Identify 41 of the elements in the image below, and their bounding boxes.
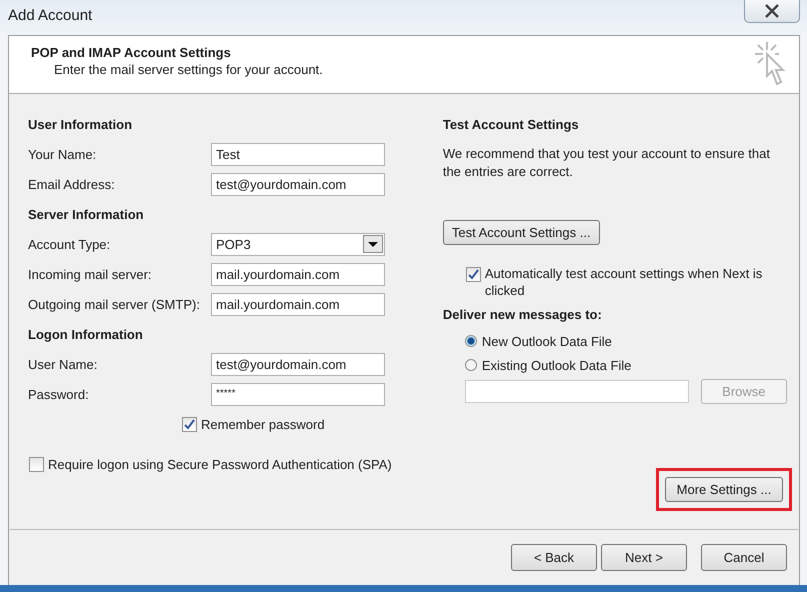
section-heading: Server Information xyxy=(28,206,144,222)
checkbox-label: Automatically test account settings when Next is clicked xyxy=(484,265,764,299)
field-label: Email Address: xyxy=(28,176,115,192)
window-title: Add Account xyxy=(8,7,92,24)
radio-button[interactable] xyxy=(464,335,477,347)
radio-label: New Outlook Data File xyxy=(482,334,612,348)
page-subtitle: Enter the mail server settings for your account. xyxy=(54,62,323,77)
field-label: Outgoing mail server (SMTP): xyxy=(28,296,200,312)
dialog-button[interactable]: Cancel xyxy=(701,544,787,571)
checkbox-label: Require logon using Secure Password Authentication (SPA) xyxy=(48,456,392,472)
field-label: Account Type: xyxy=(28,236,110,252)
account-type-dropdown[interactable]: POP3 xyxy=(211,232,385,256)
file-path-field[interactable] xyxy=(464,380,689,403)
close-icon xyxy=(763,4,781,18)
description-text: We recommend that you test your account to ensure that the entries are correct. xyxy=(442,145,771,181)
more-settings-button[interactable]: More Settings ... xyxy=(665,477,783,502)
field-label: Password: xyxy=(28,386,89,402)
field-label: Incoming mail server: xyxy=(28,266,152,282)
input-field[interactable]: mail.yourdomain.com xyxy=(211,292,385,316)
password-field[interactable]: ***** xyxy=(211,382,385,406)
section-heading: User Information xyxy=(28,116,132,132)
checkbox[interactable] xyxy=(29,456,44,472)
radio-label: Existing Outlook Data File xyxy=(482,358,632,372)
dialog-button[interactable]: Next > xyxy=(601,544,687,571)
checkbox[interactable] xyxy=(182,416,197,432)
checkbox[interactable] xyxy=(466,267,481,282)
test-account-settings-button[interactable]: Test Account Settings ... xyxy=(442,220,600,245)
input-field[interactable]: test@yourdomain.com xyxy=(211,172,385,196)
page-heading: POP and IMAP Account Settings xyxy=(31,45,232,60)
section-heading: Logon Information xyxy=(28,326,143,342)
dialog-button[interactable]: < Back xyxy=(511,544,597,571)
input-field[interactable]: mail.yourdomain.com xyxy=(211,262,385,286)
input-field[interactable]: test@yourdomain.com xyxy=(211,352,385,376)
section-heading: Deliver new messages to: xyxy=(442,306,602,322)
field-label: User Name: xyxy=(28,356,98,372)
checkbox-label: Remember password xyxy=(201,416,325,432)
close-button[interactable] xyxy=(744,0,800,23)
radio-button[interactable] xyxy=(464,359,477,371)
field-label: Your Name: xyxy=(28,146,96,162)
section-heading: Test Account Settings xyxy=(442,116,579,132)
input-field[interactable]: Test xyxy=(211,142,385,166)
